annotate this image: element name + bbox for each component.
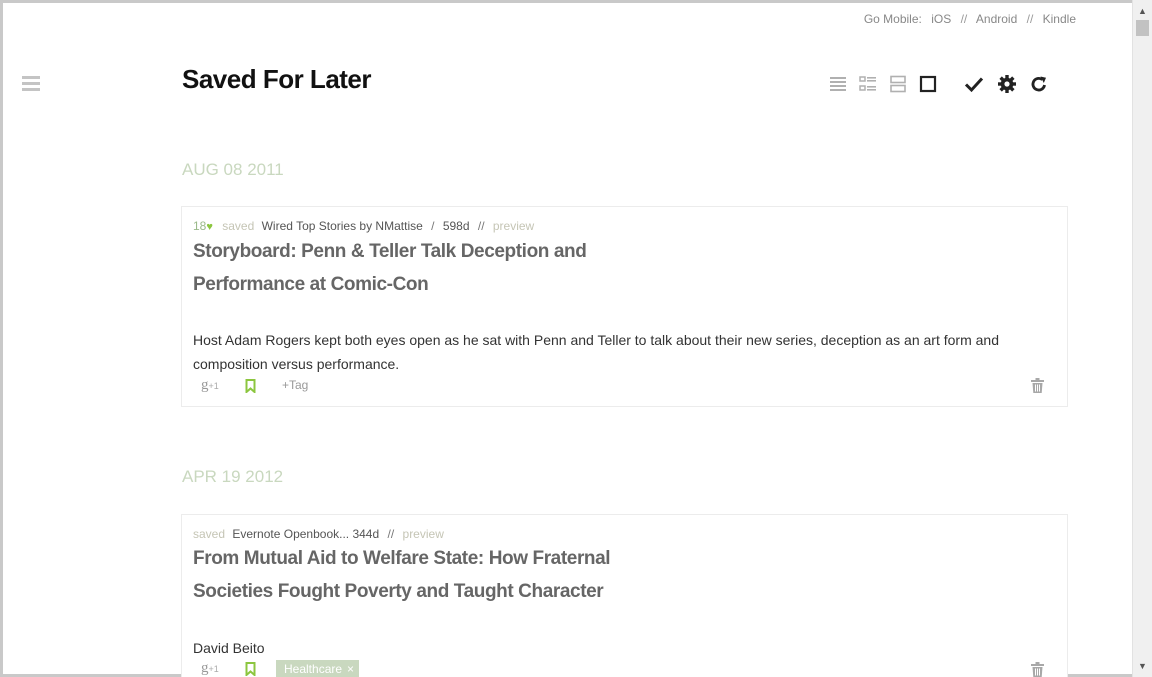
kindle-link[interactable]: Kindle xyxy=(1043,12,1076,26)
link-separator: // xyxy=(960,12,968,26)
bookmark-icon[interactable] xyxy=(245,379,256,398)
article-age: 598d xyxy=(442,219,470,233)
bookmark-icon[interactable] xyxy=(245,662,256,677)
go-mobile-label: Go Mobile: xyxy=(863,12,922,26)
article-title[interactable]: From Mutual Aid to Welfare State: How Fr… xyxy=(193,542,611,608)
page-title: Saved For Later xyxy=(182,64,372,94)
trash-icon[interactable] xyxy=(1031,378,1044,398)
trash-icon[interactable] xyxy=(1031,662,1044,677)
article-description: Host Adam Rogers kept both eyes open as … xyxy=(193,332,999,372)
heart-icon: ♥ xyxy=(206,221,213,233)
scroll-down-icon[interactable]: ▼ xyxy=(1133,658,1152,674)
check-icon[interactable] xyxy=(964,74,984,94)
link-separator: // xyxy=(1026,12,1034,26)
google-plus-count: +1 xyxy=(208,381,219,391)
article-title-line: Storyboard: Penn & Teller Talk Deception… xyxy=(193,241,587,262)
card-view-icon[interactable] xyxy=(888,74,908,94)
article-source[interactable]: Evernote Openbook... 344d xyxy=(232,527,379,541)
window-frame-left xyxy=(0,0,3,677)
remove-tag-icon[interactable]: × xyxy=(347,662,354,676)
date-header: APR 19 2012 xyxy=(182,467,284,486)
google-plus-button[interactable]: g+1 xyxy=(201,660,219,677)
article-card[interactable]: saved Evernote Openbook... 344d // previ… xyxy=(181,514,1068,677)
single-view-icon[interactable] xyxy=(918,74,938,94)
article-description: David Beito xyxy=(193,640,265,656)
article-title-line: From Mutual Aid to Welfare State: How Fr… xyxy=(193,548,611,569)
vertical-scrollbar[interactable]: ▲ ▼ xyxy=(1132,0,1152,677)
save-count: 18 xyxy=(193,219,207,233)
window-frame-top xyxy=(0,0,1152,3)
article-title-line: Societies Fought Poverty and Taught Char… xyxy=(193,581,604,602)
tag-label: Healthcare xyxy=(284,662,343,676)
refresh-icon[interactable] xyxy=(1029,74,1049,94)
google-plus-icon: g xyxy=(201,660,209,676)
google-plus-button[interactable]: g+1 xyxy=(201,377,219,394)
add-tag-button[interactable]: +Tag xyxy=(282,378,308,392)
list-view-icon[interactable] xyxy=(828,74,848,94)
article-card[interactable]: 18♥ saved Wired Top Stories by NMattise … xyxy=(181,206,1068,407)
ios-link[interactable]: iOS xyxy=(931,12,951,26)
android-link[interactable]: Android xyxy=(976,12,1017,26)
mobile-links: Go Mobile: iOS // Android // Kindle xyxy=(864,12,1076,26)
menu-icon[interactable] xyxy=(22,76,40,92)
article-actions: g+1 +Tag xyxy=(193,377,1058,395)
article-actions: g+1 Healthcare × xyxy=(193,660,1058,677)
preview-link[interactable]: preview xyxy=(403,527,444,541)
scroll-thumb[interactable] xyxy=(1136,20,1149,36)
google-plus-count: +1 xyxy=(208,664,219,674)
tag-chip[interactable]: Healthcare × xyxy=(276,660,360,677)
article-source[interactable]: Wired Top Stories by NMattise xyxy=(262,219,423,233)
gear-icon[interactable] xyxy=(997,74,1017,94)
scroll-up-icon[interactable]: ▲ xyxy=(1133,3,1152,19)
article-meta: 18♥ saved Wired Top Stories by NMattise … xyxy=(193,219,535,233)
saved-label: saved xyxy=(222,219,255,233)
article-title-line: Performance at Comic-Con xyxy=(193,274,429,295)
detail-list-icon[interactable] xyxy=(858,74,878,94)
saved-label: saved xyxy=(193,527,226,541)
article-title[interactable]: Storyboard: Penn & Teller Talk Deception… xyxy=(193,235,587,301)
date-header: AUG 08 2011 xyxy=(182,160,284,179)
preview-link[interactable]: preview xyxy=(493,219,534,233)
article-meta: saved Evernote Openbook... 344d // previ… xyxy=(193,527,444,541)
google-plus-icon: g xyxy=(201,377,209,393)
